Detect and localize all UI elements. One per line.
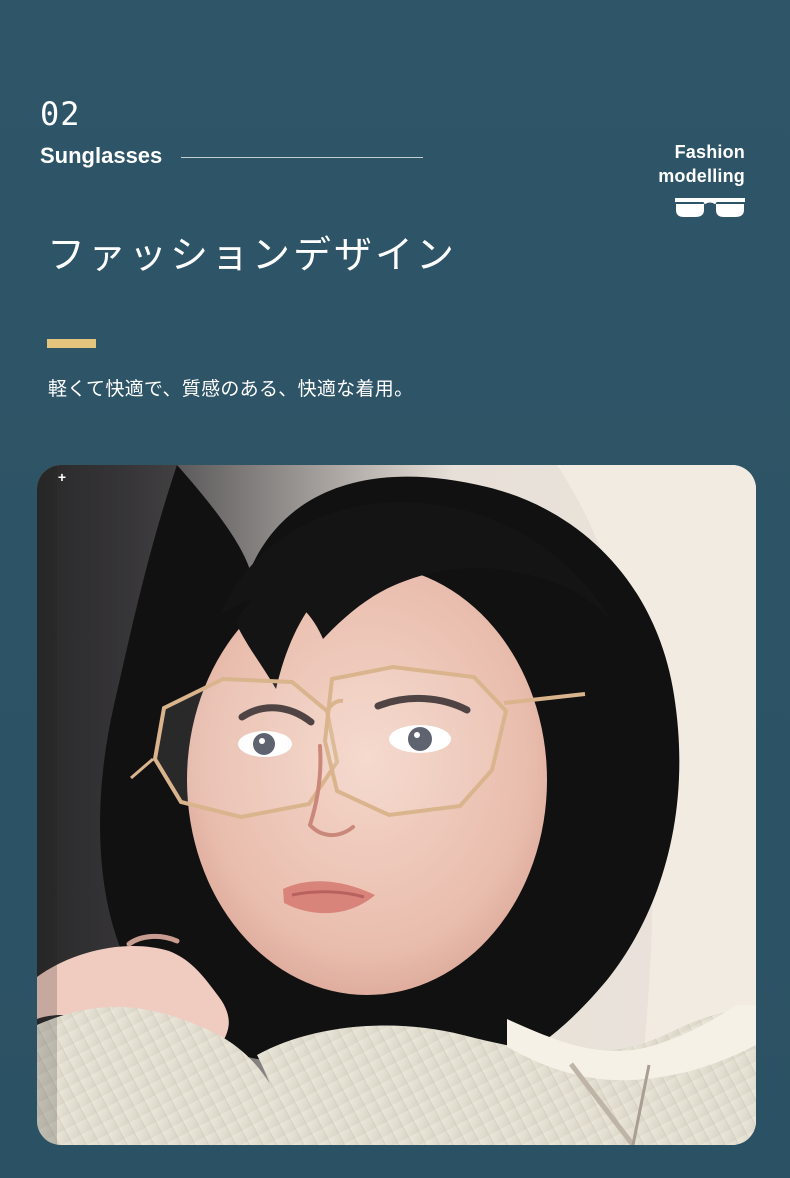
model-photo bbox=[37, 465, 756, 1145]
fashion-line-2: modelling bbox=[658, 166, 745, 186]
section-title: Sunglasses bbox=[40, 143, 163, 168]
section-number: 02 bbox=[40, 95, 81, 133]
accent-bar bbox=[47, 339, 96, 348]
title-divider bbox=[181, 157, 423, 158]
plus-icon: + bbox=[57, 469, 67, 485]
product-section: 02 Sunglasses Fashion modelling ファッションデザ… bbox=[0, 0, 790, 1178]
fashion-label: Fashion modelling bbox=[585, 140, 745, 188]
fashion-line-1: Fashion bbox=[674, 142, 745, 162]
product-description: 軽くて快適で、質感のある、快適な着用。 bbox=[48, 378, 414, 400]
page-heading: ファッションデザイン bbox=[47, 233, 458, 277]
glasses-icon bbox=[675, 195, 745, 219]
